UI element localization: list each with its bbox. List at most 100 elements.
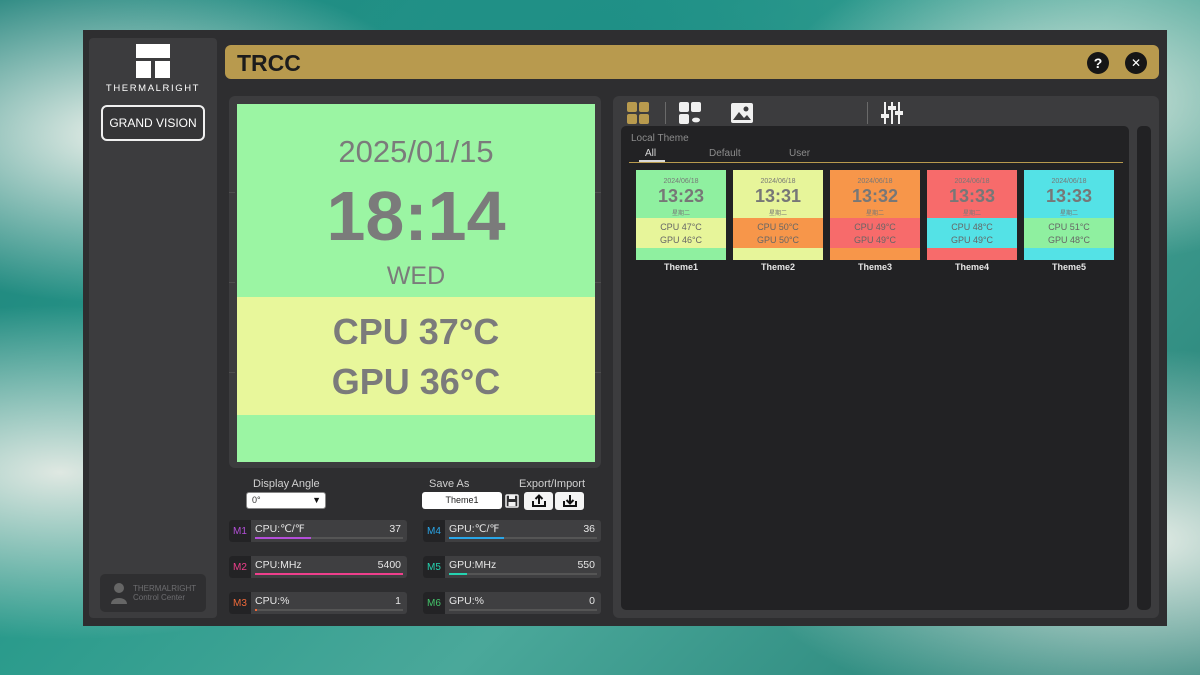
metric-value: 550 [577, 559, 595, 571]
preview-cpu-temp: CPU 37°C [332, 311, 500, 352]
control-center-label: THERMALRIGHT Control Center [133, 584, 196, 602]
metric-value: 5400 [377, 559, 401, 571]
trcc-window: THERMALRIGHT GRAND VISION THERMALRIGHT C… [83, 30, 1167, 626]
control-center-line2: Control Center [133, 593, 186, 602]
theme-card-theme1[interactable]: 2024/06/18 13:23 星期二 CPU 47°C GPU 46°C [636, 170, 726, 260]
theme-gpu: GPU 49°C [950, 235, 994, 245]
theme-cpu: CPU 49°C [854, 222, 896, 232]
sidebar: THERMALRIGHT GRAND VISION THERMALRIGHT C… [89, 38, 217, 618]
metric-m1[interactable]: M1 CPU:℃/℉ 37 [229, 520, 407, 542]
app-title: TRCC [237, 50, 301, 76]
local-themes-icon[interactable] [627, 102, 649, 124]
metric-tag: M4 [423, 520, 445, 542]
save-as-label: Save As [429, 478, 470, 490]
theme-card-bottom [830, 248, 920, 260]
metric-m3[interactable]: M3 CPU:% 1 [229, 592, 407, 614]
save-as-input[interactable]: Theme1 [422, 492, 502, 509]
metric-bar [449, 537, 504, 539]
sliders-icon[interactable] [881, 102, 903, 124]
theme-card-bottom [927, 248, 1017, 260]
theme-name: Theme3 [857, 262, 892, 272]
metric-tag: M5 [423, 556, 445, 578]
theme-cpu: CPU 48°C [951, 222, 993, 232]
metric-name: CPU:% [255, 595, 290, 607]
metric-bar-track [449, 573, 597, 575]
metric-m4[interactable]: M4 GPU:℃/℉ 36 [423, 520, 601, 542]
device-button-grand-vision[interactable]: GRAND VISION [101, 105, 205, 141]
title-bar: TRCC ? ✕ [225, 45, 1159, 79]
save-button[interactable] [502, 492, 521, 510]
theme-day: 星期二 [768, 211, 787, 217]
export-icon [531, 494, 546, 507]
theme-name: Theme4 [954, 262, 989, 272]
theme-time: 13:32 [851, 186, 899, 206]
metric-m2[interactable]: M2 CPU:MHz 5400 [229, 556, 407, 578]
metric-m6[interactable]: M6 GPU:% 0 [423, 592, 601, 614]
lcd-preview: 2025/01/15 18:14 WED CPU 37°C GPU 36°C [237, 104, 595, 462]
preview-temp-block: CPU 37°C GPU 36°C [237, 297, 595, 415]
metric-bar [255, 609, 257, 611]
save-icon [504, 494, 519, 508]
display-angle-select[interactable]: 0° ▼ [246, 492, 326, 509]
metric-name: GPU:% [449, 595, 485, 607]
display-angle-label: Display Angle [253, 478, 320, 490]
theme-scrollbar[interactable] [1137, 126, 1151, 610]
filter-user[interactable]: User [789, 148, 810, 159]
help-icon[interactable]: ? [1087, 52, 1109, 74]
theme-date: 2024/06/18 [663, 178, 699, 185]
dropdown-arrow-icon: ▼ [312, 495, 321, 505]
metric-value: 36 [583, 523, 595, 535]
image-icon[interactable] [731, 102, 753, 124]
ruler-tick [595, 192, 601, 193]
user-icon [111, 583, 127, 604]
filter-all[interactable]: All [645, 148, 656, 159]
theme-date: 2024/06/18 [954, 178, 990, 185]
theme-card-theme4[interactable]: 2024/06/18 13:33 星期二 CPU 48°C GPU 49°C [927, 170, 1017, 260]
brand-name: THERMALRIGHT [105, 83, 201, 94]
ruler-tick [229, 372, 235, 373]
metric-tag: M6 [423, 592, 445, 614]
theme-list: Local Theme All Default User 2024/06/18 … [621, 126, 1129, 610]
theme-panel: Local Theme All Default User 2024/06/18 … [613, 96, 1159, 618]
theme-cpu: CPU 51°C [1048, 222, 1090, 232]
metric-tag: M3 [229, 592, 251, 614]
metric-value: 37 [389, 523, 401, 535]
export-button[interactable] [524, 492, 553, 510]
control-center-line1: THERMALRIGHT [133, 584, 197, 593]
theme-gpu: GPU 48°C [1047, 235, 1091, 245]
preview-time: 18:14 [326, 177, 506, 255]
control-center-button[interactable]: THERMALRIGHT Control Center [100, 574, 206, 612]
theme-date: 2024/06/18 [760, 178, 796, 185]
preview-date: 2025/01/15 [338, 134, 494, 169]
import-icon [562, 495, 577, 507]
import-button[interactable] [555, 492, 584, 510]
theme-card-theme5[interactable]: 2024/06/18 13:33 星期二 CPU 51°C GPU 48°C [1024, 170, 1114, 260]
filter-divider [629, 162, 1123, 163]
display-angle-value: 0° [252, 495, 261, 505]
filter-default[interactable]: Default [709, 148, 741, 159]
cloud-themes-icon[interactable] [679, 102, 701, 124]
local-theme-header: Local Theme [631, 133, 689, 144]
theme-card-bottom [636, 248, 726, 260]
preview-panel: 2025/01/15 18:14 WED CPU 37°C GPU 36°C [229, 96, 601, 468]
theme-date: 2024/06/18 [857, 178, 893, 185]
theme-card-theme2[interactable]: 2024/06/18 13:31 星期二 CPU 50°C GPU 50°C [733, 170, 823, 260]
thermalright-logo-mark [136, 44, 170, 78]
theme-gpu: GPU 46°C [659, 235, 703, 245]
preview-gpu-temp: GPU 36°C [331, 361, 501, 402]
theme-gpu: GPU 50°C [756, 235, 800, 245]
theme-card-bottom [1024, 248, 1114, 260]
close-icon[interactable]: ✕ [1125, 52, 1147, 74]
metric-tag: M2 [229, 556, 251, 578]
theme-time: 13:31 [754, 186, 802, 206]
theme-day: 星期二 [671, 211, 690, 217]
ruler-tick [595, 282, 601, 283]
theme-time: 13:23 [657, 186, 705, 206]
metric-value: 1 [395, 595, 401, 607]
theme-card-theme3[interactable]: 2024/06/18 13:32 星期二 CPU 49°C GPU 49°C [830, 170, 920, 260]
theme-card-bottom [733, 248, 823, 260]
metric-bar [255, 573, 403, 575]
preview-day: WED [386, 262, 446, 290]
theme-gpu: GPU 49°C [853, 235, 897, 245]
metric-m5[interactable]: M5 GPU:MHz 550 [423, 556, 601, 578]
